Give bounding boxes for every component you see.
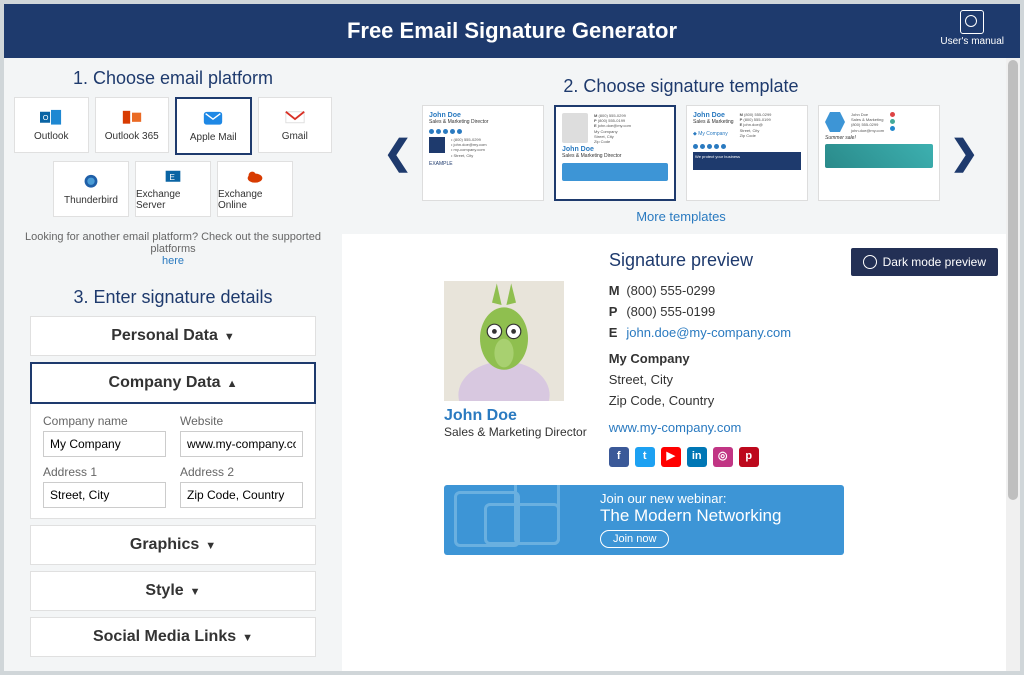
svg-text:O: O bbox=[43, 113, 49, 122]
preview-phone: (800) 555-0199 bbox=[626, 304, 715, 319]
platform-outlook[interactable]: OOutlook bbox=[14, 97, 89, 153]
preview-company: My Company bbox=[609, 351, 690, 366]
label-address2: Address 2 bbox=[180, 465, 303, 479]
social-icon[interactable]: ◎ bbox=[713, 447, 733, 467]
caret-down-icon: ▼ bbox=[205, 540, 216, 552]
more-templates-link[interactable]: More templates bbox=[636, 209, 726, 224]
preview-email: john.doe@my-company.com bbox=[626, 325, 791, 340]
step1-title: 1. Choose email platform bbox=[4, 68, 342, 89]
input-address2[interactable] bbox=[180, 482, 303, 508]
label-address1: Address 1 bbox=[43, 465, 166, 479]
platform-gmail[interactable]: Gmail bbox=[258, 97, 333, 153]
step3-title: 3. Enter signature details bbox=[4, 287, 342, 308]
dark-mode-preview-button[interactable]: Dark mode preview bbox=[851, 248, 998, 276]
label-website: Website bbox=[180, 414, 303, 428]
preview-name: John Doe bbox=[444, 407, 587, 425]
moon-icon bbox=[863, 255, 877, 269]
template-card-1[interactable]: John DoeSales & Marketing Director • (80… bbox=[422, 105, 544, 201]
users-manual-button[interactable]: User's manual bbox=[940, 10, 1004, 47]
template-card-2[interactable]: M (800) 555-0299P (800) 555-0199E john.d… bbox=[554, 105, 676, 201]
accordion-company-data[interactable]: Company Data▲ bbox=[30, 362, 316, 404]
preview-addr1: Street, City bbox=[609, 370, 791, 391]
company-data-fields: Company name Website Address 1 Address 2 bbox=[30, 404, 316, 519]
caret-down-icon: ▼ bbox=[190, 586, 201, 598]
platform-apple-mail[interactable]: Apple Mail bbox=[175, 97, 252, 155]
template-card-4[interactable]: John DoeSales & Marketing(800) 555-0299j… bbox=[818, 105, 940, 201]
platform-exchange-server[interactable]: EExchange Server bbox=[135, 161, 211, 217]
platform-exchange-online[interactable]: Exchange Online bbox=[217, 161, 293, 217]
caret-down-icon: ▼ bbox=[224, 331, 235, 343]
preview-banner: Join our new webinar: The Modern Network… bbox=[444, 485, 844, 555]
platform-note: Looking for another email platform? Chec… bbox=[16, 231, 330, 267]
platform-grid: OOutlook Outlook 365 Apple Mail Gmail Th… bbox=[4, 97, 342, 223]
svg-text:E: E bbox=[169, 173, 175, 182]
scrollbar-thumb[interactable] bbox=[1008, 60, 1018, 500]
preview-website: www.my-company.com bbox=[609, 418, 791, 439]
app-title: Free Email Signature Generator bbox=[347, 18, 677, 44]
template-card-3[interactable]: John DoeSales & Marketing◆ My Company M … bbox=[686, 105, 808, 201]
social-icon[interactable]: f bbox=[609, 447, 629, 467]
scrollbar[interactable] bbox=[1006, 58, 1020, 671]
input-company-name[interactable] bbox=[43, 431, 166, 457]
label-company-name: Company name bbox=[43, 414, 166, 428]
remember-row: Remember my details | Clear bbox=[30, 671, 316, 675]
supported-platforms-link[interactable]: here bbox=[162, 255, 184, 267]
preview-mobile: (800) 555-0299 bbox=[626, 283, 715, 298]
caret-down-icon: ▼ bbox=[242, 632, 253, 644]
social-icon[interactable]: ▶ bbox=[661, 447, 681, 467]
preview-addr2: Zip Code, Country bbox=[609, 391, 791, 412]
step2-title: 2. Choose signature template bbox=[352, 76, 1010, 97]
social-icon[interactable]: t bbox=[635, 447, 655, 467]
template-next-button[interactable]: ❯ bbox=[950, 133, 979, 173]
platform-outlook365[interactable]: Outlook 365 bbox=[95, 97, 170, 153]
preview-role: Sales & Marketing Director bbox=[444, 425, 587, 439]
app-header: Free Email Signature Generator User's ma… bbox=[4, 4, 1020, 58]
social-icon[interactable]: p bbox=[739, 447, 759, 467]
accordion-social-media[interactable]: Social Media Links▼ bbox=[30, 617, 316, 657]
input-address1[interactable] bbox=[43, 482, 166, 508]
template-prev-button[interactable]: ❮ bbox=[384, 133, 413, 173]
accordion-graphics[interactable]: Graphics▼ bbox=[30, 525, 316, 565]
platform-thunderbird[interactable]: Thunderbird bbox=[53, 161, 129, 217]
signature-preview: John Doe Sales & Marketing Director M (8… bbox=[444, 281, 998, 467]
manual-icon bbox=[960, 10, 984, 34]
banner-join-button[interactable]: Join now bbox=[600, 530, 669, 548]
accordion-style[interactable]: Style▼ bbox=[30, 571, 316, 611]
social-icon[interactable]: in bbox=[687, 447, 707, 467]
input-website[interactable] bbox=[180, 431, 303, 457]
preview-photo bbox=[444, 281, 564, 401]
caret-up-icon: ▲ bbox=[227, 378, 238, 390]
accordion-personal-data[interactable]: Personal Data▼ bbox=[30, 316, 316, 356]
preview-socials: ft ▶ in ◎ p bbox=[609, 447, 791, 467]
